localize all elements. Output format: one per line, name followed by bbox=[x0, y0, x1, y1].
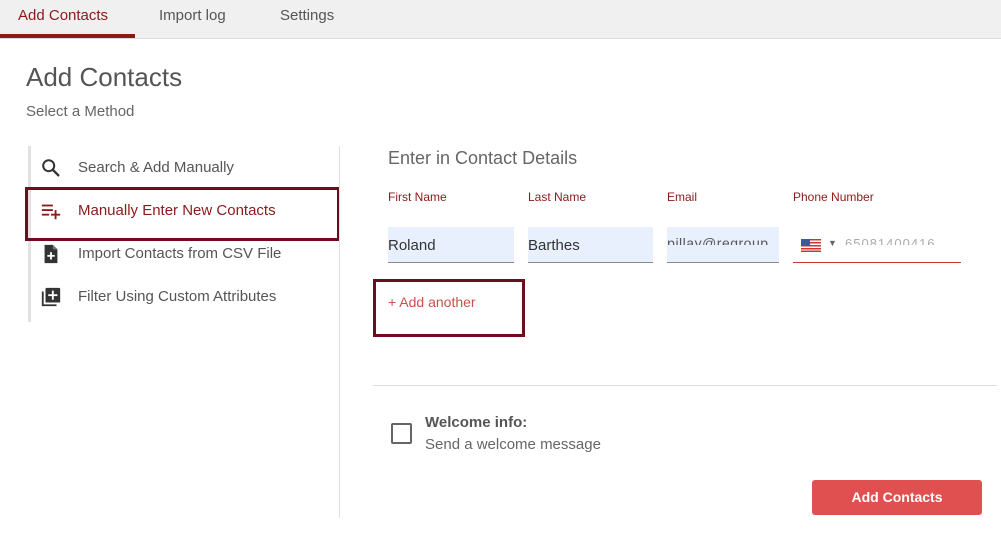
email-value: rpillay@regroup bbox=[667, 235, 769, 245]
tab-settings[interactable]: Settings bbox=[280, 0, 334, 38]
chevron-down-icon[interactable]: ▼ bbox=[828, 238, 837, 248]
search-icon bbox=[42, 159, 60, 177]
welcome-subtitle: Send a welcome message bbox=[425, 436, 601, 453]
page-title: Add Contacts bbox=[26, 62, 183, 92]
method-filter-custom-attributes[interactable]: Filter Using Custom Attributes bbox=[32, 277, 332, 317]
welcome-title: Welcome info: bbox=[425, 414, 528, 431]
email-label: Email bbox=[667, 190, 698, 204]
first-name-value: Roland bbox=[388, 237, 436, 254]
add-contacts-button[interactable]: Add Contacts bbox=[812, 480, 982, 515]
first-name-field[interactable]: Roland bbox=[388, 227, 514, 263]
method-label: Filter Using Custom Attributes bbox=[78, 288, 277, 305]
library-add-icon bbox=[41, 287, 61, 307]
us-flag-icon[interactable] bbox=[801, 239, 821, 252]
phone-number-label: Phone Number bbox=[793, 190, 874, 204]
email-field[interactable]: rpillay@regroup bbox=[667, 227, 779, 263]
active-tab-indicator bbox=[0, 34, 135, 38]
top-tab-bar: Add Contacts Import log Settings bbox=[0, 0, 1001, 39]
welcome-checkbox[interactable] bbox=[391, 423, 412, 444]
panel-divider bbox=[339, 146, 340, 518]
section-title: Enter in Contact Details bbox=[388, 148, 578, 168]
last-name-field[interactable]: Barthes bbox=[528, 227, 653, 263]
page-subtitle: Select a Method bbox=[26, 103, 135, 120]
tab-import-log[interactable]: Import log bbox=[159, 0, 226, 38]
phone-number-value: 65081400416 bbox=[845, 236, 936, 245]
method-label: Import Contacts from CSV File bbox=[78, 245, 282, 262]
method-search-add-manually[interactable]: Search & Add Manually bbox=[32, 148, 332, 188]
last-name-value: Barthes bbox=[528, 237, 580, 254]
tab-add-contacts[interactable]: Add Contacts bbox=[18, 0, 108, 38]
file-add-icon bbox=[44, 244, 58, 264]
first-name-label: First Name bbox=[388, 190, 447, 204]
method-label: Search & Add Manually bbox=[78, 159, 234, 176]
method-import-csv[interactable]: Import Contacts from CSV File bbox=[32, 234, 332, 274]
selected-method-highlight bbox=[25, 187, 340, 241]
phone-number-field[interactable]: ▼ 65081400416 bbox=[793, 227, 961, 263]
add-another-highlight bbox=[373, 279, 525, 337]
section-divider bbox=[373, 385, 997, 386]
last-name-label: Last Name bbox=[528, 190, 587, 204]
